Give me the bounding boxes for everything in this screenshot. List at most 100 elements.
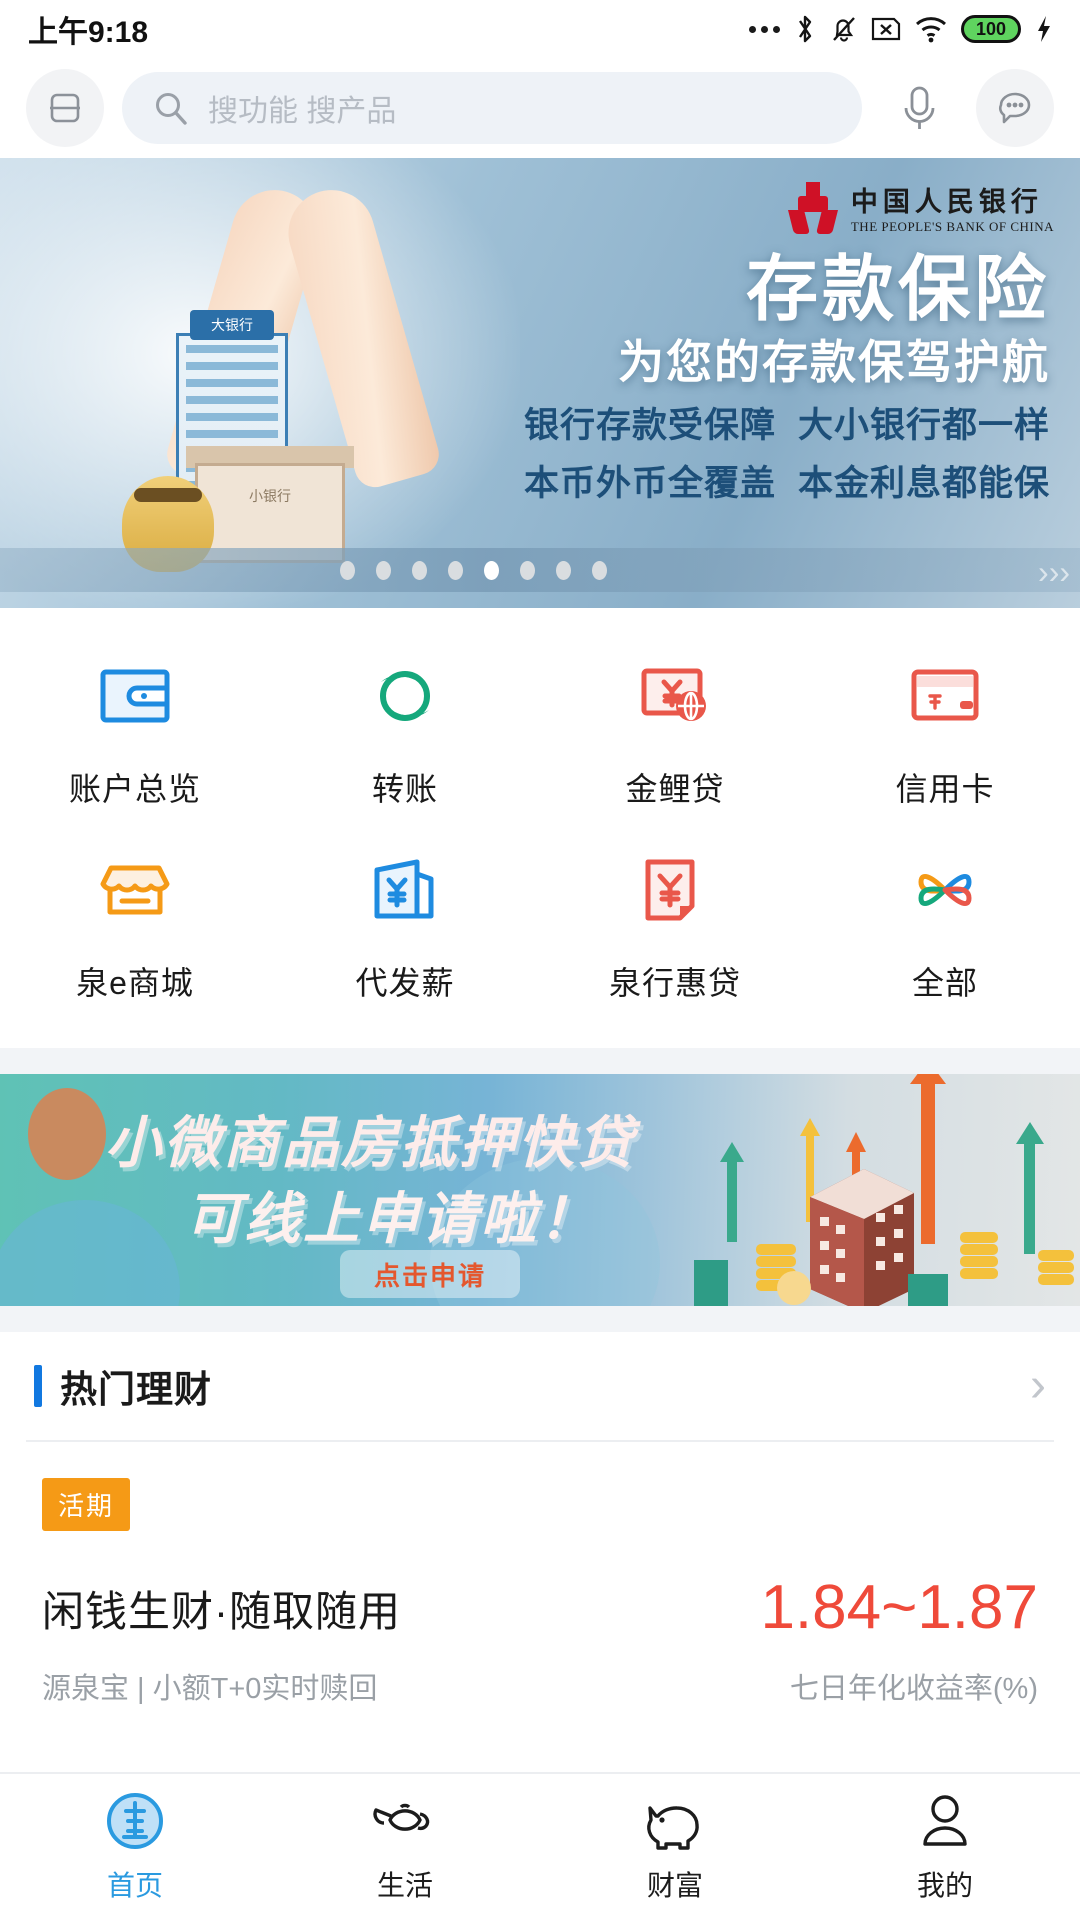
- hero-point-1a: 银行存款受保障: [524, 401, 776, 452]
- promo-banner[interactable]: 小微商品房抵押快贷 可线上申请啦！ 点击申请: [0, 1074, 1080, 1306]
- promo-apply-button[interactable]: 点击申请: [340, 1250, 520, 1298]
- quick-action-quanxing-loan[interactable]: 泉行惠贷: [540, 826, 810, 1020]
- product-main-row: 闲钱生财·随取随用 1.84~1.87: [42, 1577, 1038, 1639]
- tab-label: 我的: [917, 1864, 973, 1904]
- split-screen-button[interactable]: [26, 69, 104, 147]
- person-icon: [917, 1790, 973, 1852]
- more-dots-icon: [749, 26, 780, 33]
- money-bag-tie: [134, 488, 202, 502]
- quick-action-credit-card[interactable]: 信用卡: [810, 632, 1080, 826]
- loan-globe-icon: [629, 650, 721, 742]
- quick-actions-grid: 账户总览 转账: [0, 608, 1080, 1048]
- promo-blob-blue: [0, 1200, 180, 1306]
- quick-actions-row-1: 账户总览 转账: [0, 632, 1080, 826]
- section-divider-band: [0, 1048, 1080, 1074]
- status-icon-group: 100: [749, 14, 1054, 44]
- hero-point-row-2: 本币外币全覆盖本金利息都能保: [502, 459, 1050, 510]
- search-icon: [152, 89, 190, 127]
- quick-action-label: 全部: [912, 958, 978, 1004]
- quick-actions-row-2: 泉e商城 代发薪: [0, 826, 1080, 1020]
- quick-action-label: 泉行惠贷: [609, 958, 741, 1004]
- tab-label: 首页: [107, 1864, 163, 1904]
- wifi-icon: [914, 15, 948, 43]
- customer-chat-button[interactable]: [976, 69, 1054, 147]
- status-time: 上午9:18: [28, 7, 148, 51]
- bottom-tab-bar: 首页 生活 财富: [0, 1772, 1080, 1920]
- quick-action-payroll[interactable]: 代发薪: [270, 826, 540, 1020]
- battery-icon: 100: [961, 15, 1021, 43]
- chevron-right-icon[interactable]: ›: [1030, 1362, 1046, 1410]
- promo-line-2: 可线上申请啦！: [185, 1174, 598, 1255]
- pboc-logo: 中国人民银行 THE PEOPLE'S BANK OF CHINA: [789, 180, 1054, 235]
- storefront-icon: [89, 844, 181, 936]
- wallet-icon: [89, 650, 181, 742]
- piggy-bank-icon: [642, 1790, 708, 1852]
- hot-wealth-header[interactable]: 热门理财 ›: [0, 1332, 1080, 1440]
- search-header: 搜功能 搜产品: [0, 58, 1080, 158]
- status-badge: 活期: [42, 1478, 130, 1531]
- tab-home[interactable]: 首页: [0, 1774, 270, 1920]
- tab-profile[interactable]: 我的: [810, 1774, 1080, 1920]
- quick-action-label: 金鲤贷: [625, 764, 724, 810]
- tab-label: 财富: [647, 1864, 703, 1904]
- product-subtitle: 源泉宝 | 小额T+0实时赎回: [42, 1665, 377, 1707]
- bluetooth-icon: [793, 14, 817, 44]
- loan-doc-icon: [629, 844, 721, 936]
- chat-bubble-icon: [992, 85, 1038, 131]
- hero-point-row-1: 银行存款受保障大小银行都一样: [502, 401, 1050, 452]
- search-placeholder: 搜功能 搜产品: [208, 86, 396, 130]
- promo-line-1: 小微商品房抵押快贷: [105, 1098, 636, 1179]
- quick-action-label: 代发薪: [355, 958, 454, 1004]
- hero-point-2a: 本币外币全覆盖: [524, 459, 776, 510]
- home-badge-icon: [104, 1790, 166, 1852]
- product-card[interactable]: 活期 闲钱生财·随取随用 1.84~1.87 源泉宝 | 小额T+0实时赎回 七…: [0, 1442, 1080, 1772]
- quick-action-jinlidai[interactable]: 金鲤贷: [540, 632, 810, 826]
- microphone-icon: [897, 82, 941, 134]
- section-divider-band-2: [0, 1306, 1080, 1332]
- quick-action-label: 账户总览: [69, 764, 201, 810]
- hero-carousel[interactable]: 大银行 小银行 中国人民银行 THE PEOPLE'S BANK OF CHIN…: [0, 158, 1080, 608]
- hero-copy: 存款保险 为您的存款保驾护航 银行存款受保障大小银行都一样 本币外币全覆盖本金利…: [502, 250, 1050, 510]
- promo-blob-brown: [28, 1088, 106, 1180]
- app-screen: 上午9:18 100: [0, 0, 1080, 1920]
- product-rate: 1.84~1.87: [760, 1577, 1038, 1639]
- product-sub-row: 源泉宝 | 小额T+0实时赎回 七日年化收益率(%): [42, 1665, 1038, 1707]
- quick-action-label: 信用卡: [895, 764, 994, 810]
- tab-wealth[interactable]: 财富: [540, 1774, 810, 1920]
- pboc-name-cn: 中国人民银行: [851, 180, 1054, 219]
- section-title: 热门理财: [60, 1359, 1030, 1413]
- section-accent-bar: [34, 1365, 42, 1407]
- teapot-icon: [370, 1790, 440, 1852]
- quick-action-account-overview[interactable]: 账户总览: [0, 632, 270, 826]
- tall-bank-sign: 大银行: [190, 310, 274, 340]
- voice-search-button[interactable]: [880, 69, 958, 147]
- tab-life[interactable]: 生活: [270, 1774, 540, 1920]
- hero-headline: 存款保险: [502, 250, 1050, 331]
- quick-action-label: 转账: [372, 764, 438, 810]
- carousel-strip: ›››: [0, 548, 1080, 592]
- split-screen-icon: [45, 88, 85, 128]
- sim-x-icon: [871, 16, 901, 42]
- carousel-next-chevrons-icon[interactable]: ›››: [1038, 554, 1070, 591]
- quick-action-transfer[interactable]: 转账: [270, 632, 540, 826]
- small-bank-sign: 小银行: [195, 486, 345, 506]
- quick-action-all[interactable]: 全部: [810, 826, 1080, 1020]
- battery-level: 100: [976, 19, 1006, 40]
- pboc-name-en: THE PEOPLE'S BANK OF CHINA: [851, 219, 1054, 235]
- payroll-doc-icon: [359, 844, 451, 936]
- tab-label: 生活: [377, 1864, 433, 1904]
- status-bar: 上午9:18 100: [0, 0, 1080, 58]
- pboc-emblem-icon: [789, 182, 837, 234]
- hero-point-2b: 本金利息都能保: [798, 459, 1050, 510]
- product-name: 闲钱生财·随取随用: [42, 1578, 401, 1639]
- search-input[interactable]: 搜功能 搜产品: [122, 72, 862, 144]
- transfer-circle-icon: [359, 650, 451, 742]
- mute-bell-icon: [830, 14, 858, 44]
- hero-point-1b: 大小银行都一样: [798, 401, 1050, 452]
- quick-action-quan-e-mall[interactable]: 泉e商城: [0, 826, 270, 1020]
- carousel-dots[interactable]: [340, 561, 607, 580]
- charging-bolt-icon: [1034, 14, 1054, 44]
- pinwheel-all-icon: [899, 844, 991, 936]
- hero-subhead: 为您的存款保驾护航: [502, 331, 1050, 393]
- credit-card-icon: [899, 650, 991, 742]
